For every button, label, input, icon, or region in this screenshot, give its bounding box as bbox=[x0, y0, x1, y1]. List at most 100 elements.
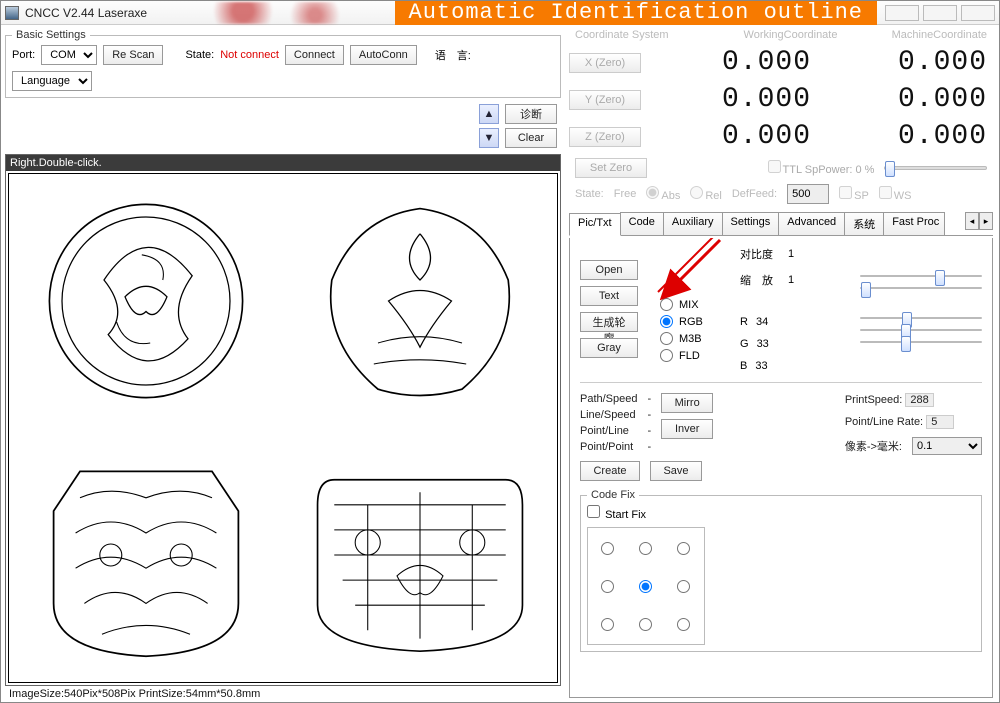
contrast-slider[interactable] bbox=[860, 275, 982, 277]
y-work-value: 0.000 bbox=[651, 84, 817, 115]
design-1 bbox=[41, 196, 251, 406]
tab-code[interactable]: Code bbox=[620, 212, 664, 235]
scale-label: 缩 放 bbox=[740, 272, 780, 288]
r-label: R bbox=[740, 316, 748, 328]
y-machine-value: 0.000 bbox=[827, 84, 993, 115]
preview-panel: Right.Double-click. bbox=[5, 154, 561, 686]
scale-value: 1 bbox=[788, 274, 794, 286]
startfix-checkbox[interactable] bbox=[587, 505, 600, 518]
set-zero-button[interactable]: Set Zero bbox=[575, 158, 647, 178]
preview-canvas[interactable] bbox=[8, 173, 558, 683]
b-slider[interactable] bbox=[860, 341, 982, 343]
startfix-label: Start Fix bbox=[605, 509, 646, 521]
abs-radio[interactable] bbox=[646, 186, 659, 199]
state-value: Not connect bbox=[220, 49, 279, 61]
rescan-button[interactable]: Re Scan bbox=[103, 45, 163, 65]
ttl-checkbox[interactable] bbox=[768, 160, 781, 173]
gray-button[interactable]: Gray bbox=[580, 338, 638, 358]
ttl-value: 0 % bbox=[856, 164, 875, 176]
scroll-down-button[interactable]: ▼ bbox=[479, 128, 499, 148]
contrast-value: 1 bbox=[788, 248, 794, 260]
maximize-button[interactable] bbox=[923, 5, 957, 21]
port-select[interactable]: COM2 bbox=[41, 45, 97, 65]
point-point-label: Point/Point bbox=[580, 441, 638, 453]
ttl-slider[interactable] bbox=[884, 166, 987, 170]
g-value: 33 bbox=[757, 338, 769, 350]
tab-advanced[interactable]: Advanced bbox=[778, 212, 845, 235]
tab-scroll-right[interactable]: ▸ bbox=[979, 212, 993, 230]
canvas-hint: Right.Double-click. bbox=[6, 155, 560, 171]
tab-scroll-left[interactable]: ◂ bbox=[965, 212, 979, 230]
codefix-group: Code Fix Start Fix bbox=[580, 489, 982, 652]
r-slider[interactable] bbox=[860, 317, 982, 319]
state-label: State: bbox=[185, 49, 214, 61]
state2-label: State: bbox=[575, 188, 604, 200]
anchor-5[interactable] bbox=[677, 580, 690, 593]
printspeed-value[interactable]: 288 bbox=[905, 393, 933, 407]
diagnose-button[interactable]: 诊断 bbox=[505, 104, 557, 124]
open-button[interactable]: Open bbox=[580, 260, 638, 280]
point-line-label: Point/Line bbox=[580, 425, 638, 437]
z-zero-button[interactable]: Z (Zero) bbox=[569, 127, 641, 147]
g-label: G bbox=[740, 338, 749, 350]
tab-auxiliary[interactable]: Auxiliary bbox=[663, 212, 723, 235]
language-select[interactable]: Language bbox=[12, 71, 92, 91]
rel-radio[interactable] bbox=[690, 186, 703, 199]
state2-value: Free bbox=[614, 188, 637, 200]
r-value: 34 bbox=[756, 316, 768, 328]
tab-bar: Pic/Txt Code Auxiliary Settings Advanced… bbox=[569, 212, 993, 236]
invert-button[interactable]: Inver bbox=[661, 419, 713, 439]
decorative-smudge bbox=[207, 2, 387, 24]
autoconn-button[interactable]: AutoConn bbox=[350, 45, 417, 65]
scroll-up-button[interactable]: ▲ bbox=[479, 104, 499, 124]
anchor-3[interactable] bbox=[601, 580, 614, 593]
anchor-8[interactable] bbox=[677, 618, 690, 631]
tab-system[interactable]: 系统 bbox=[844, 212, 884, 235]
z-work-value: 0.000 bbox=[651, 121, 817, 152]
tab-settings[interactable]: Settings bbox=[722, 212, 780, 235]
outline-button[interactable]: 生成轮廓 bbox=[580, 312, 638, 332]
scale-slider[interactable] bbox=[860, 287, 982, 289]
coord-header-sys: Coordinate System bbox=[575, 29, 725, 41]
anchor-0[interactable] bbox=[601, 542, 614, 555]
b-value: 33 bbox=[755, 360, 767, 372]
x-zero-button[interactable]: X (Zero) bbox=[569, 53, 641, 73]
anchor-grid bbox=[587, 527, 705, 645]
mirror-button[interactable]: Mirro bbox=[661, 393, 713, 413]
clear-button[interactable]: Clear bbox=[505, 128, 557, 148]
g-slider[interactable] bbox=[860, 329, 982, 331]
anchor-7[interactable] bbox=[639, 618, 652, 631]
close-button[interactable] bbox=[961, 5, 995, 21]
save-button[interactable]: Save bbox=[650, 461, 702, 481]
anchor-2[interactable] bbox=[677, 542, 690, 555]
ws-checkbox[interactable] bbox=[879, 186, 892, 199]
coord-header-machine: MachineCoordinate bbox=[856, 29, 987, 41]
codefix-legend: Code Fix bbox=[587, 489, 639, 501]
sp-checkbox[interactable] bbox=[839, 186, 852, 199]
y-zero-button[interactable]: Y (Zero) bbox=[569, 90, 641, 110]
connect-button[interactable]: Connect bbox=[285, 45, 344, 65]
pxmm-select[interactable]: 0.1 bbox=[912, 437, 982, 455]
mode-mix-radio[interactable] bbox=[660, 298, 673, 311]
mode-rgb-radio[interactable] bbox=[660, 315, 673, 328]
language-label: 语 言: bbox=[435, 47, 471, 63]
window-title: CNCC V2.44 Laseraxe bbox=[25, 6, 147, 20]
plrate-value[interactable]: 5 bbox=[926, 415, 954, 429]
design-3 bbox=[36, 445, 256, 665]
anchor-6[interactable] bbox=[601, 618, 614, 631]
text-button[interactable]: Text bbox=[580, 286, 638, 306]
tab-pictxt[interactable]: Pic/Txt bbox=[569, 213, 621, 236]
minimize-button[interactable] bbox=[885, 5, 919, 21]
basic-settings-group: Basic Settings Port: COM2 Re Scan State:… bbox=[5, 29, 561, 98]
line-speed-label: Line/Speed bbox=[580, 409, 638, 421]
app-icon bbox=[5, 6, 19, 20]
anchor-1[interactable] bbox=[639, 542, 652, 555]
contrast-label: 对比度 bbox=[740, 246, 780, 262]
deffeed-input[interactable] bbox=[787, 184, 829, 204]
tab-fastproc[interactable]: Fast Proc bbox=[883, 212, 945, 235]
x-machine-value: 0.000 bbox=[827, 47, 993, 78]
mode-fld-radio[interactable] bbox=[660, 349, 673, 362]
mode-m3b-radio[interactable] bbox=[660, 332, 673, 345]
anchor-4[interactable] bbox=[639, 580, 652, 593]
create-button[interactable]: Create bbox=[580, 461, 640, 481]
